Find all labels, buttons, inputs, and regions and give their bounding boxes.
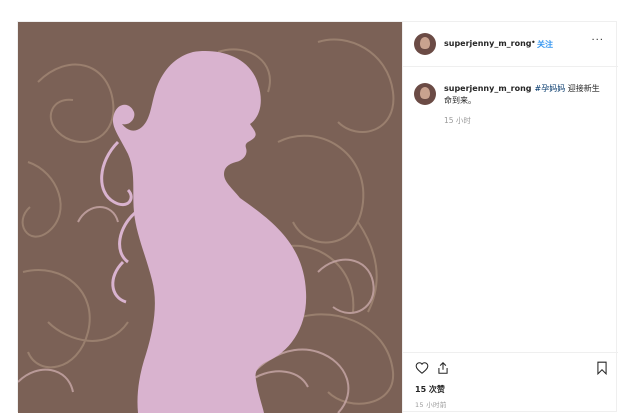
more-options-icon[interactable]: ··· — [591, 35, 604, 46]
like-count[interactable]: 15 次赞 — [415, 384, 445, 395]
pregnant-silhouette-illustration — [18, 22, 402, 413]
instagram-post: superjenny_m_rong • 关注 ··· superjenny_m_… — [17, 21, 618, 413]
post-header: superjenny_m_rong • 关注 ··· — [403, 22, 618, 67]
caption-hashtag[interactable]: #孕妈妈 — [535, 84, 566, 93]
caption-avatar[interactable] — [414, 83, 436, 105]
heart-icon[interactable] — [415, 361, 429, 375]
caption-username[interactable]: superjenny_m_rong — [444, 84, 532, 93]
caption: superjenny_m_rong #孕妈妈 迎接新生命到来。 — [444, 83, 604, 107]
bookmark-icon[interactable] — [596, 361, 608, 375]
avatar[interactable] — [414, 33, 436, 55]
share-icon[interactable] — [436, 361, 450, 375]
post-time: 15 小时前 — [415, 401, 447, 409]
follow-button[interactable]: 关注 — [537, 39, 553, 50]
action-bar: 15 次赞 15 小时前 — [403, 352, 618, 414]
separator-dot: • — [531, 38, 536, 47]
post-side-panel: superjenny_m_rong • 关注 ··· superjenny_m_… — [402, 22, 618, 413]
caption-time: 15 小时 — [444, 116, 471, 125]
header-username[interactable]: superjenny_m_rong — [444, 39, 532, 48]
post-image[interactable] — [18, 22, 402, 413]
